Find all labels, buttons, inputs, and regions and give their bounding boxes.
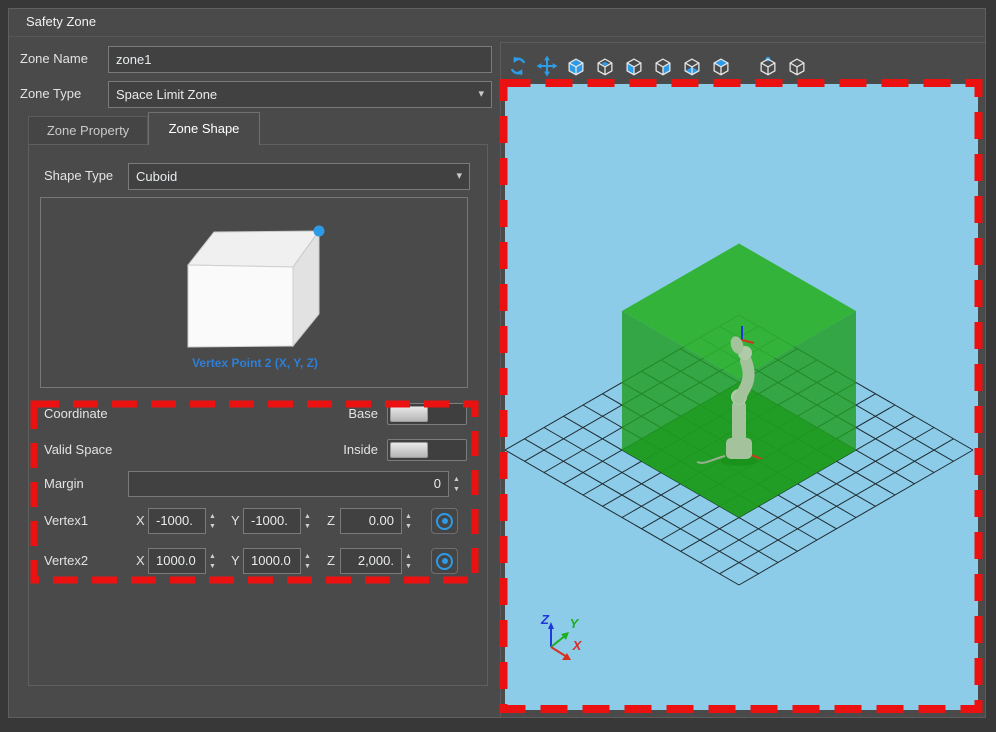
vertex2-pick-button[interactable]: [431, 548, 458, 574]
margin-label: Margin: [44, 471, 84, 497]
vertex1-z-input[interactable]: 0.00: [340, 508, 402, 534]
preview-caption: Vertex Point 2 (X, Y, Z): [41, 356, 469, 370]
3d-viewport[interactable]: Z Y X: [505, 84, 978, 710]
vertex2-x-label: X: [136, 548, 145, 574]
spin-down-button[interactable]: ▼: [209, 563, 216, 570]
spin-down-button[interactable]: ▼: [304, 523, 311, 530]
shape-type-label: Shape Type: [44, 163, 113, 189]
vertex1-y-input[interactable]: -1000.: [243, 508, 301, 534]
spin-up-button[interactable]: ▲: [209, 513, 216, 520]
axis-triad: Z Y X: [540, 612, 583, 660]
shape-type-select[interactable]: Cuboid ▾: [128, 163, 470, 190]
safety-zone-window: Safety Zone Zone Name zone1 Zone Type Sp…: [0, 0, 996, 732]
top-view-icon[interactable]: [709, 54, 732, 78]
vertex1-x-input[interactable]: -1000.: [148, 508, 206, 534]
vertex2-z-input[interactable]: 2,000.: [340, 548, 402, 574]
axis-x-label: X: [572, 638, 583, 653]
vertex1-x-label: X: [136, 508, 145, 534]
spin-up-button[interactable]: ▲: [453, 476, 460, 483]
valid-space-label: Valid Space: [44, 437, 112, 463]
coordinate-value: Base: [290, 401, 378, 427]
3d-scene: Z Y X: [505, 84, 978, 710]
vertex2-label: Vertex2: [44, 548, 88, 574]
spin-up-button[interactable]: ▲: [405, 553, 412, 560]
coordinate-label: Coordinate: [44, 401, 108, 427]
back-view-icon[interactable]: [593, 54, 616, 78]
target-icon: [436, 513, 453, 530]
axis-y-label: Y: [570, 616, 580, 631]
shape-type-value: Cuboid: [136, 169, 177, 184]
vertex2-z-label: Z: [327, 548, 335, 574]
title-separator: [9, 36, 986, 37]
pan-view-icon[interactable]: [535, 54, 558, 78]
vertex2-marker-dot: [314, 226, 325, 237]
valid-space-value: Inside: [290, 437, 378, 463]
vertex1-y-spinner: ▲▼: [304, 508, 311, 534]
target-icon: [436, 553, 453, 570]
margin-spinner: ▲▼: [453, 471, 460, 497]
view-toolbar: [506, 53, 808, 79]
spin-up-button[interactable]: ▲: [209, 553, 216, 560]
zone-type-select[interactable]: Space Limit Zone ▾: [108, 81, 492, 108]
rotate-view-icon[interactable]: [506, 54, 529, 78]
valid-space-toggle[interactable]: [387, 439, 467, 461]
vertex2-y-input[interactable]: 1000.0: [243, 548, 301, 574]
vertex2-y-spinner: ▲▼: [304, 548, 311, 574]
spin-down-button[interactable]: ▼: [209, 523, 216, 530]
left-view-icon[interactable]: [622, 54, 645, 78]
tab-zone-property[interactable]: Zone Property: [28, 116, 148, 144]
spin-up-button[interactable]: ▲: [304, 553, 311, 560]
spin-up-button[interactable]: ▲: [405, 513, 412, 520]
toggle-knob[interactable]: [390, 406, 428, 422]
zone-type-label: Zone Type: [20, 81, 81, 107]
chevron-down-icon: ▾: [478, 82, 484, 107]
vertex2-y-label: Y: [231, 548, 240, 574]
vertex1-pick-button[interactable]: [431, 508, 458, 534]
spin-down-button[interactable]: ▼: [304, 563, 311, 570]
chevron-down-icon: ▾: [456, 164, 462, 189]
bottom-view-icon[interactable]: [680, 54, 703, 78]
axis-z-label: Z: [540, 612, 550, 627]
vertex1-y-label: Y: [231, 508, 240, 534]
tab-zone-shape[interactable]: Zone Shape: [148, 112, 260, 145]
spin-down-button[interactable]: ▼: [453, 486, 460, 493]
spin-down-button[interactable]: ▼: [405, 563, 412, 570]
vertex1-z-spinner: ▲▼: [405, 508, 412, 534]
page-title: Safety Zone: [26, 14, 96, 29]
vertex1-x-spinner: ▲▼: [209, 508, 216, 534]
iso-view-icon[interactable]: [564, 54, 587, 78]
vertex2-x-input[interactable]: 1000.0: [148, 548, 206, 574]
zone-name-input[interactable]: zone1: [108, 46, 492, 73]
shape-preview-box: Vertex Point 2 (X, Y, Z): [40, 197, 468, 388]
vertex1-z-label: Z: [327, 508, 335, 534]
corner-view-icon[interactable]: [756, 54, 779, 78]
zone-name-label: Zone Name: [20, 46, 88, 72]
cuboid-preview-drawing: [41, 198, 467, 354]
spin-up-button[interactable]: ▲: [304, 513, 311, 520]
vertex1-label: Vertex1: [44, 508, 88, 534]
coordinate-toggle[interactable]: [387, 403, 467, 425]
wireframe-view-icon[interactable]: [785, 54, 808, 78]
margin-input[interactable]: 0: [128, 471, 449, 497]
spin-down-button[interactable]: ▼: [405, 523, 412, 530]
right-view-icon[interactable]: [651, 54, 674, 78]
vertex2-x-spinner: ▲▼: [209, 548, 216, 574]
toggle-knob[interactable]: [390, 442, 428, 458]
zone-type-value: Space Limit Zone: [116, 87, 217, 102]
vertex2-z-spinner: ▲▼: [405, 548, 412, 574]
